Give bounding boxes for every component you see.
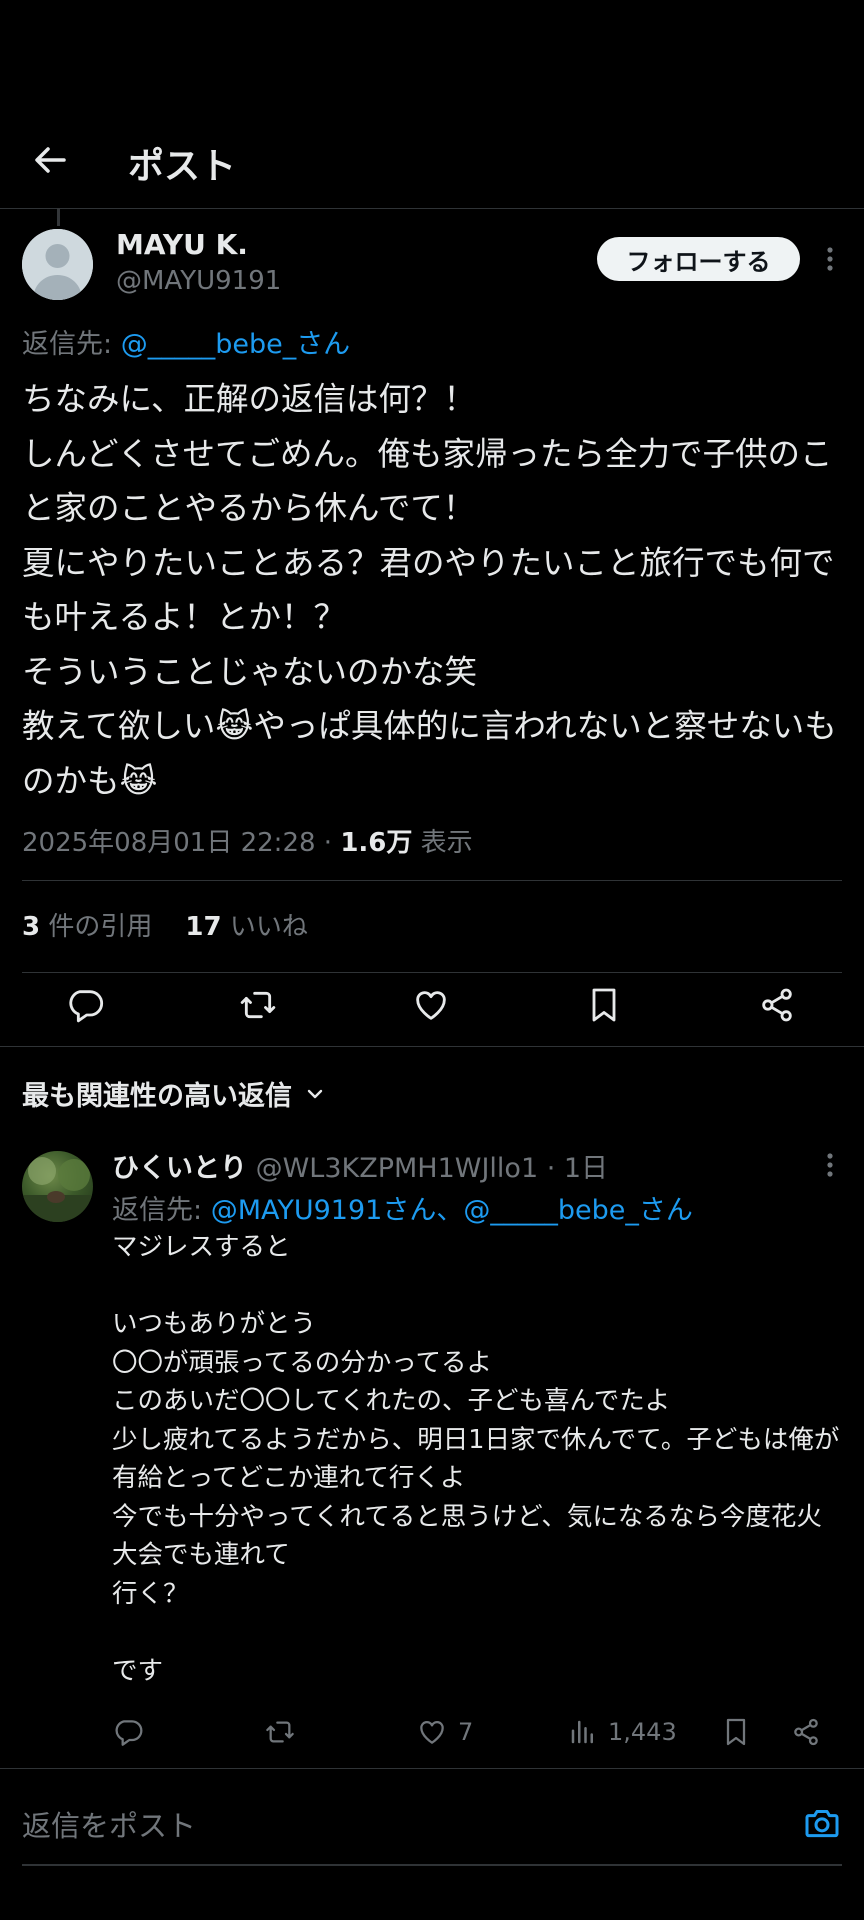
back-button[interactable]: [30, 140, 70, 180]
reply-mentions-link[interactable]: @MAYU9191さん、@_____bebe_さん: [211, 1195, 693, 1226]
reply-bookmark-button[interactable]: [720, 1714, 752, 1750]
share-button[interactable]: [757, 985, 797, 1025]
page-title: ポスト: [128, 146, 237, 187]
reply-icon: [69, 990, 103, 1023]
author-handle[interactable]: @MAYU9191: [116, 266, 281, 296]
post-reply-context: 返信先: @_____bebe_さん: [22, 322, 350, 361]
bookmark-button[interactable]: [584, 985, 624, 1025]
reply-like-button[interactable]: 7: [416, 1714, 473, 1750]
views-icon: [571, 1720, 593, 1744]
reply-sort-dropdown[interactable]: 最も関連性の高い返信: [22, 1074, 326, 1113]
likes-label: いいね: [221, 912, 308, 942]
reply-icon: [115, 1720, 143, 1746]
reply-prefix: 返信先:: [112, 1195, 211, 1226]
like-icon: [416, 991, 446, 1020]
author-name[interactable]: MAYU K.: [116, 228, 248, 261]
post-action-bar: [0, 985, 864, 1025]
likes-count: 17: [185, 912, 222, 942]
composer-underline: [22, 1864, 842, 1866]
reply-prefix: 返信先:: [22, 329, 121, 360]
reply-sort-label: 最も関連性の高い返信: [22, 1081, 292, 1112]
views-label: 表示: [412, 828, 473, 858]
reply-handle-time[interactable]: @WL3KZPMH1WJllo1 · 1日: [247, 1153, 608, 1184]
reply-action-bar: 7 1,443: [0, 1714, 864, 1750]
quotes-count: 3: [22, 912, 41, 942]
default-avatar-icon: [22, 229, 93, 300]
retweet-button[interactable]: [238, 985, 278, 1025]
reply-views-button[interactable]: 1,443: [568, 1714, 677, 1750]
bookmark-icon: [726, 1718, 746, 1746]
engagement-stats: 3 件の引用 17 いいね: [22, 906, 308, 943]
retweet-icon: [266, 1721, 294, 1743]
post-meta: 2025年08月01日 22:28 · 1.6万 表示: [22, 822, 473, 859]
reply-reply-button[interactable]: [112, 1714, 144, 1750]
more-vertical-icon: [827, 247, 833, 271]
divider: [22, 880, 842, 881]
back-arrow-icon: [35, 147, 66, 173]
thread-connector-line: [57, 208, 60, 226]
camera-icon: [805, 1810, 839, 1838]
reply-share-button[interactable]: [790, 1714, 822, 1750]
post-more-button[interactable]: [818, 244, 842, 274]
reply-more-button[interactable]: [818, 1150, 842, 1180]
reply-author-name[interactable]: ひくいとり: [112, 1153, 247, 1184]
quotes-label: 件の引用: [40, 912, 153, 942]
quotes-stat[interactable]: 3 件の引用: [22, 912, 152, 942]
like-icon: [420, 1720, 444, 1744]
author-avatar[interactable]: [22, 229, 93, 300]
reply-button[interactable]: [65, 985, 105, 1025]
section-divider: [0, 1046, 864, 1047]
divider: [22, 972, 842, 973]
reply-like-count: 7: [458, 1718, 474, 1746]
bookmark-icon: [592, 988, 616, 1022]
post-text: ちなみに、正解の返信は何？！ しんどくさせてごめん。俺も家帰ったら全力で子供のこ…: [22, 380, 837, 800]
meta-separator: ·: [315, 828, 341, 858]
share-icon: [762, 988, 792, 1022]
reply-reply-context: 返信先: @MAYU9191さん、@_____bebe_さん: [112, 1188, 693, 1227]
views-count: 1.6万: [340, 828, 413, 858]
reply-text: マジレスすると いつもありがとう 〇〇が頑張ってるの分かってるよ このあいだ〇〇…: [112, 1232, 840, 1686]
retweet-icon: [240, 991, 276, 1019]
follow-button[interactable]: フォローする: [597, 237, 800, 281]
reply-retweet-button[interactable]: [264, 1714, 296, 1750]
more-vertical-icon: [827, 1153, 833, 1177]
nature-photo-avatar-icon: [22, 1157, 93, 1222]
share-icon: [794, 1718, 818, 1746]
top-app-bar: ポスト: [0, 0, 864, 208]
divider: [0, 1768, 864, 1769]
reply-author-avatar[interactable]: [22, 1151, 93, 1222]
reply-mention-link[interactable]: @_____bebe_さん: [121, 329, 351, 360]
chevron-down-icon: [307, 1089, 323, 1098]
likes-stat[interactable]: 17 いいね: [185, 912, 307, 942]
like-button[interactable]: [411, 985, 451, 1025]
post-timestamp[interactable]: 2025年08月01日 22:28: [22, 828, 316, 858]
reply-header: ひくいとり @WL3KZPMH1WJllo1 · 1日: [112, 1146, 608, 1185]
header-divider: [0, 208, 864, 209]
reply-views-count: 1,443: [608, 1718, 677, 1746]
reply-input[interactable]: 返信をポスト: [22, 1784, 842, 1864]
camera-button[interactable]: [802, 1804, 842, 1844]
reply-composer: 返信をポスト: [0, 1784, 864, 1904]
